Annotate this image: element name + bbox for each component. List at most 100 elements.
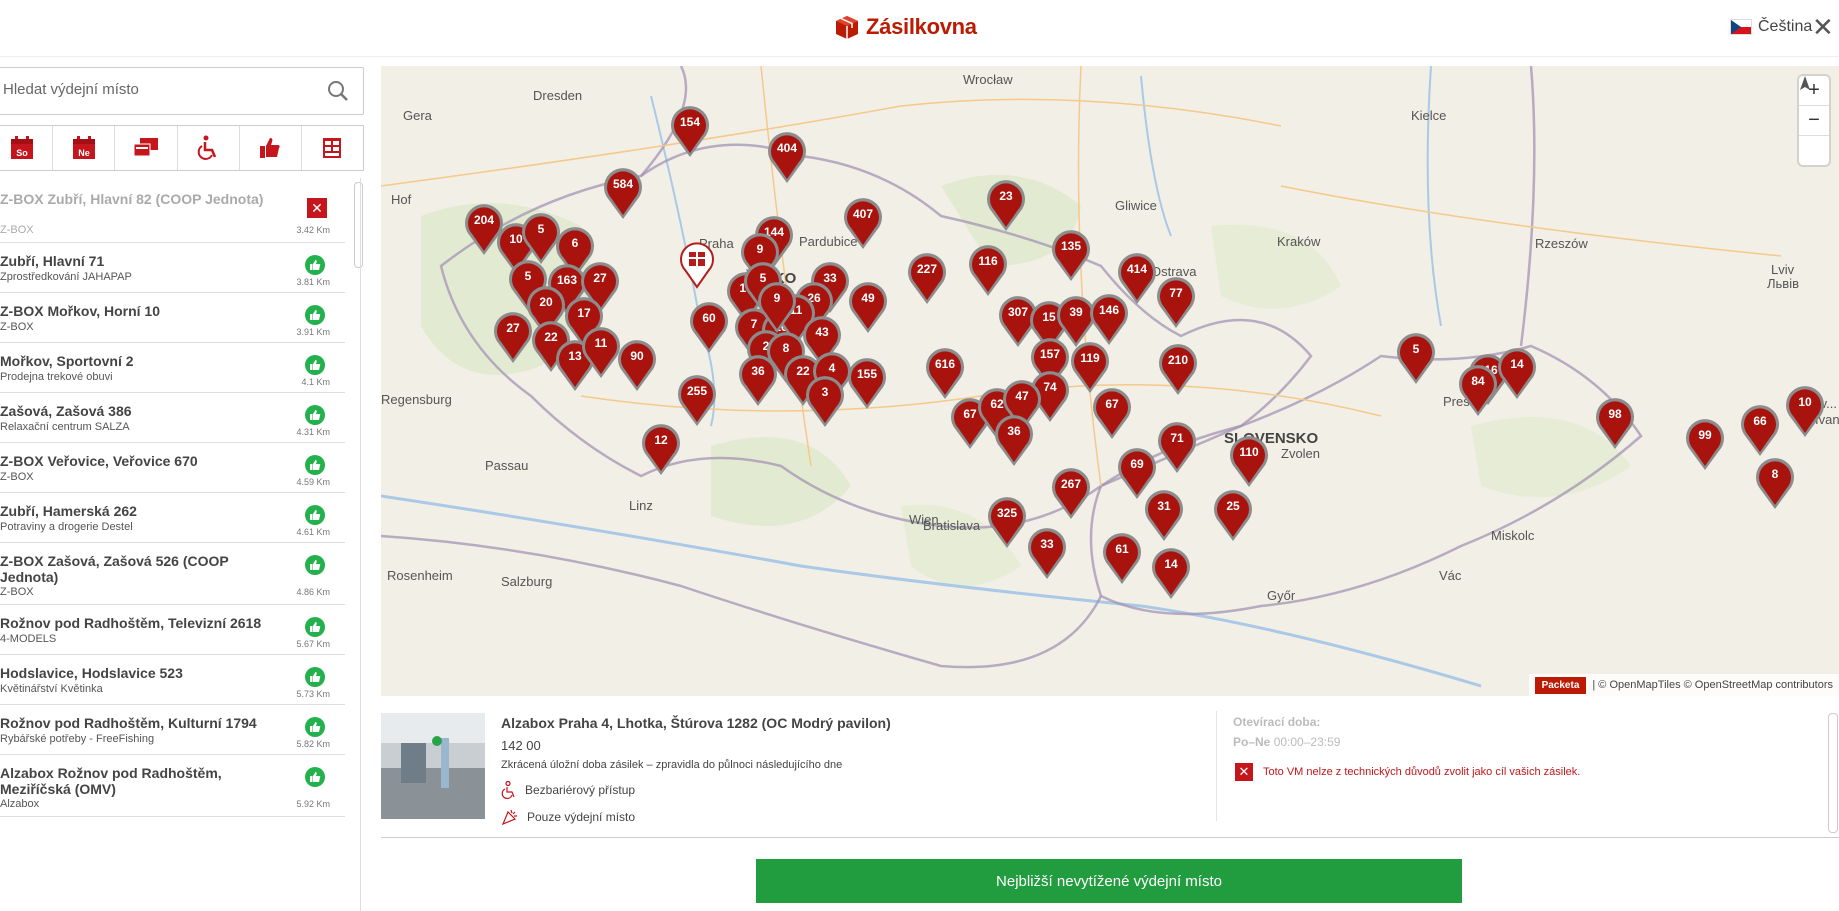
map-pin-cluster[interactable]: 210 (1156, 342, 1200, 396)
list-item[interactable]: Mořkov, Sportovní 2 Prodejna trekové obuv… (0, 343, 345, 393)
map-pin-icon (1152, 548, 1190, 599)
map-pin-cluster[interactable]: 8 (1753, 456, 1797, 510)
map-pin-cluster[interactable]: 14 (1495, 346, 1539, 400)
list-item[interactable]: Z-BOX Zašová, Zašová 526 (COOP Jednota) Z… (0, 543, 345, 605)
map-pin-cluster[interactable]: 23 (984, 178, 1028, 232)
map-pin-count: 325 (996, 506, 1018, 520)
map-label-lviv: Lviv (1771, 262, 1795, 277)
list-item[interactable]: Rožnov pod Radhoštěm, Televizní 2618 4-MO… (0, 605, 345, 655)
map-pin-icon (1090, 294, 1128, 345)
filter-wheelchair[interactable] (178, 126, 240, 170)
calendar-sunday-icon: Ne (72, 136, 95, 159)
map-pin-cluster[interactable]: 12 (639, 422, 683, 476)
map-pin-cluster[interactable]: 60 (687, 300, 731, 354)
map-pin-cluster[interactable]: 36 (992, 413, 1036, 467)
detail-scrollbar[interactable] (1828, 713, 1838, 833)
map-pin-cluster[interactable]: 49 (846, 280, 890, 334)
map-pin-cluster[interactable]: 255 (675, 373, 719, 427)
wheelchair-outline-icon (501, 781, 515, 799)
search-input[interactable] (1, 80, 305, 99)
map-pin-cluster[interactable]: 407 (841, 196, 885, 250)
list-item[interactable]: Rožnov pod Radhoštěm, Kulturní 1794 Rybář… (0, 705, 345, 755)
map-pin-cluster[interactable]: 616 (923, 346, 967, 400)
map-pin-cluster[interactable]: 5 (1394, 331, 1438, 385)
attribution-text[interactable]: | © OpenMapTiles © OpenStreetMap contrib… (1592, 679, 1833, 691)
map-pin-cluster[interactable]: 99 (1683, 417, 1727, 471)
map-pin-cluster[interactable]: 90 (615, 338, 659, 392)
map-pin-icon (1158, 422, 1196, 473)
list-item-distance: 4.1 Km (301, 377, 330, 387)
selected-pickup-pin[interactable] (675, 238, 719, 292)
map-pin-icon (1214, 490, 1252, 541)
map-pin-count: 9 (756, 242, 764, 256)
list-item[interactable]: Zašová, Zašová 386 Relaxační centrum SALZ… (0, 393, 345, 443)
map-pin-cluster[interactable]: 135 (1049, 228, 1093, 282)
map-pin-icon (1686, 419, 1724, 470)
thumbs-up-icon (260, 138, 280, 158)
map-pin-cluster[interactable]: 10 (1783, 384, 1827, 438)
map-pin-cluster[interactable]: 3 (803, 374, 847, 428)
thumbs-up-icon (305, 455, 325, 475)
thumbs-up-icon (305, 555, 325, 575)
list-item-subtitle: Prodejna trekové obuvi (0, 371, 113, 383)
map-pin-cluster[interactable]: 71 (1155, 420, 1199, 474)
map-pin-cluster[interactable]: 155 (845, 356, 889, 410)
map-pin-cluster[interactable]: 84 (1456, 363, 1500, 417)
map-pin-cluster[interactable]: 146 (1087, 292, 1131, 346)
map-pin-cluster[interactable]: 404 (765, 130, 809, 184)
compass-button[interactable] (1799, 76, 1829, 165)
list-item[interactable]: Z-BOX Mořkov, Horní 10 Z-BOX 3.91 Km (0, 293, 345, 343)
language-switcher[interactable]: Čeština (1730, 18, 1812, 36)
list-item[interactable]: Zubří, Hlavní 71 Zprostředkování JAHAPAP 3… (0, 243, 345, 293)
map-pin-cluster[interactable]: 267 (1049, 466, 1093, 520)
map-pin-icon (1103, 533, 1141, 584)
map-pin-cluster[interactable]: 31 (1142, 488, 1186, 542)
map-pin-count: 69 (1130, 457, 1144, 471)
filter-card-payment[interactable] (115, 126, 178, 170)
map-pin-cluster[interactable]: 14 (1149, 546, 1193, 600)
map-pin-cluster[interactable]: 584 (601, 166, 645, 220)
map-pin-cluster[interactable]: 33 (1025, 526, 1069, 580)
map-pin-cluster[interactable]: 25 (1211, 488, 1255, 542)
zoom-control: + − (1799, 76, 1829, 165)
list-item[interactable]: Hodslavice, Hodslavice 523 Květinářství K… (0, 655, 345, 705)
list-item-distance: 3.81 Km (296, 277, 330, 287)
filter-recommended[interactable] (240, 126, 302, 170)
map-pin-cluster[interactable]: 67 (1090, 386, 1134, 440)
map[interactable]: Dresden Wrocław Gera Kielce Hof Gliwice Kraków… (381, 66, 1839, 696)
map-pin-cluster[interactable]: 227 (905, 251, 949, 305)
list-item[interactable]: Zubří, Hamerská 262 Potraviny a drogerie … (0, 493, 345, 543)
map-pin-cluster[interactable]: 9 (755, 280, 799, 334)
map-pin-cluster[interactable]: 61 (1100, 531, 1144, 585)
error-message: ✕ Toto VM nelze z technických důvodů zvo… (1235, 763, 1580, 781)
map-pin-cluster[interactable]: 66 (1738, 403, 1782, 457)
close-icon[interactable]: ✕ (1812, 14, 1834, 40)
list-scrollbar[interactable] (354, 182, 363, 268)
map-pin-count: 267 (1060, 477, 1082, 491)
nearest-point-button[interactable]: Nejbližší nevytížené výdejní místo (756, 859, 1462, 903)
map-pin-count: 616 (934, 357, 956, 371)
map-pin-count: 36 (1007, 424, 1021, 438)
header: Zásilkovna Čeština ✕ (0, 0, 1839, 57)
packeta-badge[interactable]: Packeta (1534, 676, 1587, 694)
filter-saturday[interactable]: So (0, 126, 54, 170)
list-item-title: Mořkov, Sportovní 2 (0, 353, 134, 369)
filter-box[interactable] (302, 126, 363, 170)
map-pin-cluster[interactable]: 98 (1593, 396, 1637, 450)
map-pin-count: 27 (593, 271, 607, 285)
map-label-kielce: Kielce (1411, 108, 1447, 123)
map-pin-cluster[interactable]: 325 (985, 495, 1029, 549)
filter-sunday[interactable]: Ne (53, 126, 116, 170)
map-pin-icon (618, 340, 656, 391)
map-pin-cluster[interactable]: 110 (1227, 434, 1271, 488)
list-item-subtitle: Zprostředkování JAHAPAP (0, 271, 132, 283)
list-item[interactable]: Alzabox Rožnov pod Radhoštěm, Meziříčská… (0, 755, 345, 817)
search-icon[interactable] (327, 80, 349, 102)
map-pin-cluster[interactable]: 77 (1154, 275, 1198, 329)
zoom-out-button[interactable]: − (1799, 106, 1829, 136)
list-item[interactable]: Z-BOX Zubří, Hlavní 82 (COOP Jednota) Z-B… (0, 181, 345, 243)
list-item[interactable]: Z-BOX Veřovice, Veřovice 670 Z-BOX 4.59 Km (0, 443, 345, 493)
map-pin-cluster[interactable]: 116 (966, 243, 1010, 297)
map-pin-cluster[interactable]: 36 (736, 353, 780, 407)
map-pin-cluster[interactable]: 154 (668, 104, 712, 158)
